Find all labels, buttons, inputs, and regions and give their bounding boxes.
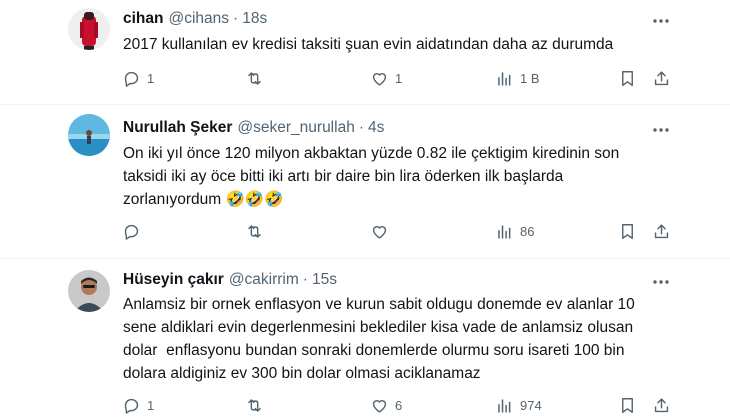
reply-button[interactable]: 1 xyxy=(122,393,154,417)
avatar[interactable] xyxy=(68,114,110,156)
share-icon xyxy=(654,70,669,85)
like-button[interactable] xyxy=(370,219,395,243)
display-name[interactable]: Hüseyin çakır xyxy=(123,271,224,289)
tweet-header: cihan @cihans · 18s xyxy=(123,8,267,30)
separator-dot: · xyxy=(358,119,364,136)
avatar[interactable] xyxy=(68,8,110,50)
like-button[interactable]: 6 xyxy=(370,393,402,417)
views-button[interactable]: 974 xyxy=(495,393,542,417)
reply-icon xyxy=(124,224,139,240)
reply-icon xyxy=(124,398,139,414)
share-icon xyxy=(654,223,669,238)
reply-count: 1 xyxy=(147,397,155,413)
more-icon[interactable] xyxy=(650,119,672,141)
tweet-text: Anlamsiz bir ornek enflasyon ve kurun sa… xyxy=(123,293,663,385)
tweet-text: On iki yıl önce 120 milyon akbaktan yüzd… xyxy=(123,142,663,211)
share-icon xyxy=(654,397,669,412)
retweet-icon xyxy=(248,71,261,85)
separator-dot: · xyxy=(302,271,308,288)
retweet-button[interactable] xyxy=(245,66,270,90)
bookmark-button[interactable] xyxy=(618,219,637,243)
tweet-text-line: zorlanıyordum 🤣🤣🤣 xyxy=(123,191,284,208)
tweet-text-line: taksidi iki ay öce bitti iki artı bir da… xyxy=(123,168,564,185)
tweet-header: Hüseyin çakır @cakirrim · 15s xyxy=(123,269,337,291)
share-button[interactable] xyxy=(652,219,671,243)
tweet-text: 2017 kullanılan ev kredisi taksiti şuan … xyxy=(123,33,663,56)
tweet-text-line: sene aldiklari evin degerlenmesini bekle… xyxy=(123,319,634,336)
heart-icon xyxy=(372,72,387,86)
view-count: 86 xyxy=(520,223,535,239)
share-button[interactable] xyxy=(652,66,671,90)
bookmark-button[interactable] xyxy=(618,393,637,417)
tweet-header: Nurullah Şeker @seker_nurullah · 4s xyxy=(123,117,384,139)
bookmark-icon xyxy=(622,223,633,239)
handle[interactable]: @cihans xyxy=(168,10,229,28)
separator-dot: · xyxy=(233,10,239,27)
tweet-text-line: dolara aldiginiz ev 300 bin dolar olmasi… xyxy=(123,365,481,382)
view-count: 1 B xyxy=(520,70,540,86)
tweet-actions: 1 6 974 xyxy=(120,393,680,417)
reply-button[interactable] xyxy=(122,219,147,243)
display-name[interactable]: Nurullah Şeker xyxy=(123,119,232,137)
view-count: 974 xyxy=(520,397,542,413)
avatar[interactable] xyxy=(68,270,110,312)
retweet-button[interactable] xyxy=(245,393,270,417)
reply-button[interactable]: 1 xyxy=(122,66,154,90)
reply-icon xyxy=(124,71,139,87)
timestamp[interactable]: 18s xyxy=(242,10,267,28)
views-button[interactable]: 1 B xyxy=(495,66,540,90)
tweet-text-line: Anlamsiz bir ornek enflasyon ve kurun sa… xyxy=(123,296,635,313)
retweet-icon xyxy=(248,398,261,412)
tweet-actions: 1 1 1 B xyxy=(120,66,680,90)
tweet[interactable]: cihan @cihans · 18s 2017 kullanılan ev k… xyxy=(0,0,730,104)
views-button[interactable]: 86 xyxy=(495,219,534,243)
tweet-text-line: On iki yıl önce 120 milyon akbaktan yüzd… xyxy=(123,145,620,162)
like-count: 1 xyxy=(395,70,403,86)
handle[interactable]: @cakirrim xyxy=(229,271,299,289)
more-icon[interactable] xyxy=(650,10,672,32)
timestamp[interactable]: 4s xyxy=(368,119,384,137)
tweet-actions: 86 xyxy=(120,219,680,243)
like-button[interactable]: 1 xyxy=(370,66,402,90)
tweet[interactable]: Hüseyin çakır @cakirrim · 15s Anlamsiz b… xyxy=(0,259,730,420)
views-icon xyxy=(498,224,511,239)
share-button[interactable] xyxy=(652,393,671,417)
views-icon xyxy=(498,398,511,413)
timestamp[interactable]: 15s xyxy=(312,271,337,289)
heart-icon xyxy=(372,399,387,413)
like-count: 6 xyxy=(395,397,403,413)
retweet-button[interactable] xyxy=(245,219,270,243)
tweet-text-line: dolar enflasyonu bundan sonraki donemler… xyxy=(123,342,625,359)
bookmark-button[interactable] xyxy=(618,66,637,90)
more-icon[interactable] xyxy=(650,271,672,293)
reply-count: 1 xyxy=(147,70,155,86)
tweet[interactable]: Nurullah Şeker @seker_nurullah · 4s On i… xyxy=(0,105,730,259)
heart-icon xyxy=(372,225,387,239)
bookmark-icon xyxy=(622,70,633,86)
retweet-icon xyxy=(248,224,261,238)
handle[interactable]: @seker_nurullah xyxy=(237,119,354,137)
tweet-text-line: 2017 kullanılan ev kredisi taksiti şuan … xyxy=(123,36,614,53)
views-icon xyxy=(498,71,511,86)
display-name[interactable]: cihan xyxy=(123,10,163,28)
bookmark-icon xyxy=(622,397,633,413)
